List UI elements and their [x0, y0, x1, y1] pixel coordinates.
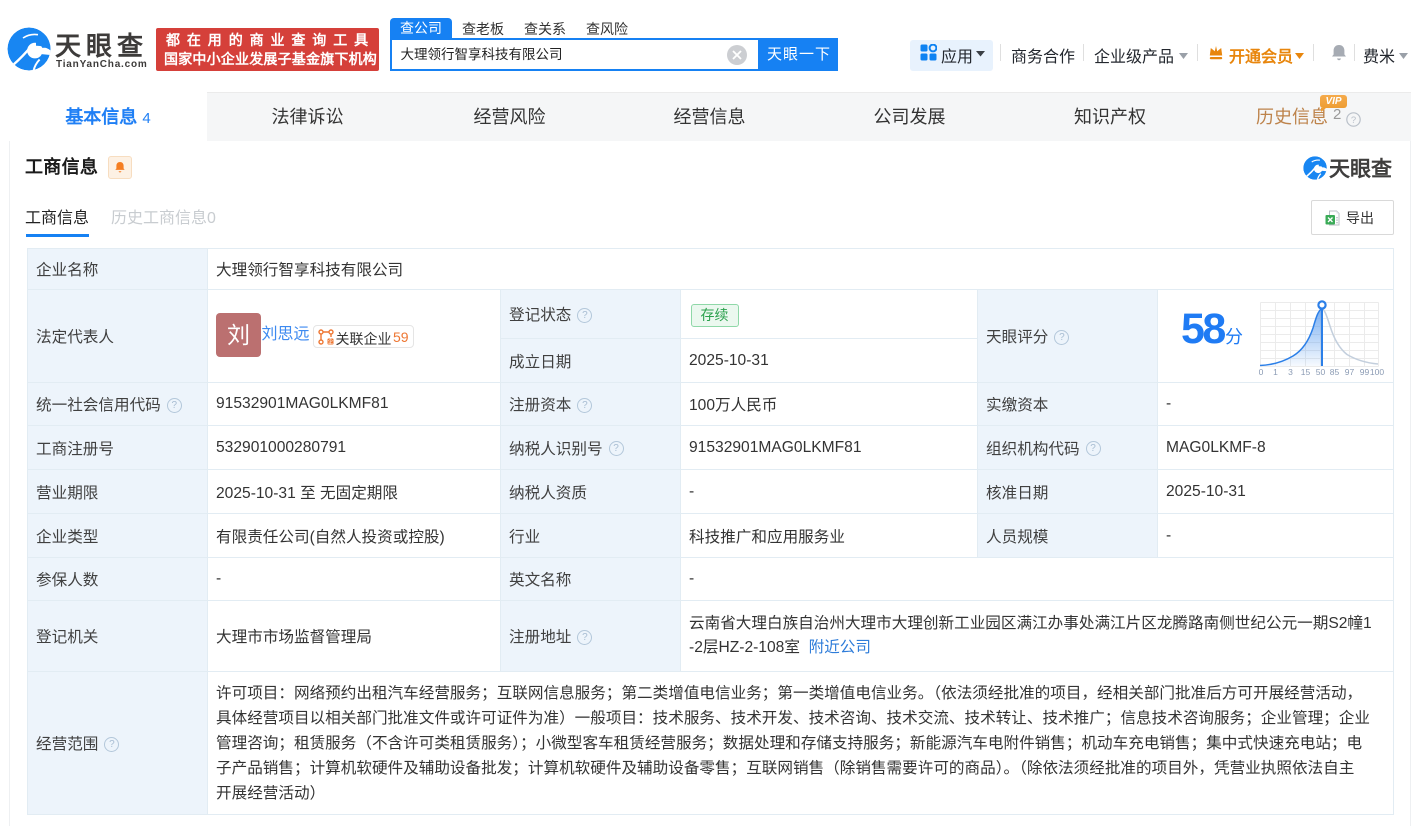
svg-text:3: 3 — [1288, 367, 1293, 377]
svg-text:0: 0 — [1258, 367, 1263, 377]
svg-text:?: ? — [1351, 115, 1356, 126]
svg-text:99: 99 — [1359, 367, 1369, 377]
svg-text:85: 85 — [1329, 367, 1339, 377]
svg-text:1: 1 — [1273, 367, 1278, 377]
svg-text:50: 50 — [1315, 367, 1325, 377]
svg-text:企: 企 — [328, 338, 334, 345]
svg-text:100: 100 — [1369, 367, 1383, 377]
svg-text:97: 97 — [1344, 367, 1354, 377]
svg-text:15: 15 — [1300, 367, 1310, 377]
